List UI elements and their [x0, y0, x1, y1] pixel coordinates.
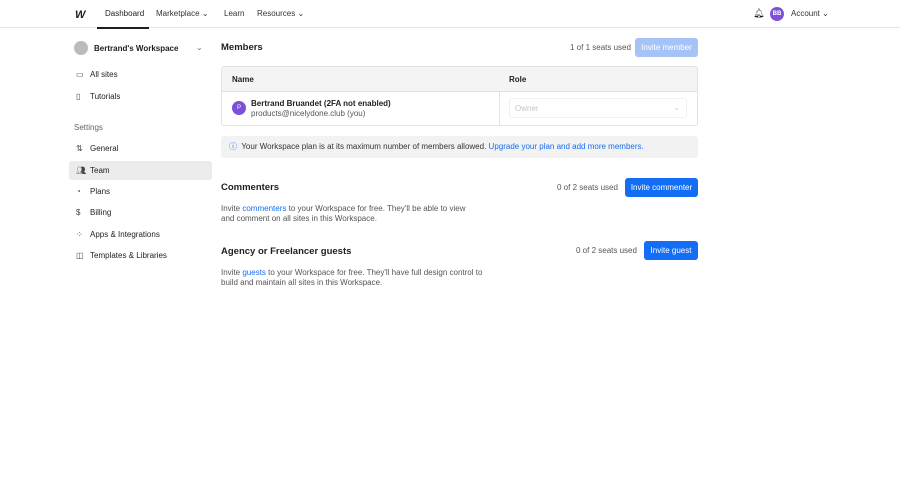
guests-seats: 0 of 2 seats used: [576, 246, 637, 255]
nav-label: Marketplace: [156, 9, 200, 18]
chevron-down-icon: ⌄: [822, 9, 829, 18]
chevron-down-icon: ⌄: [201, 9, 209, 18]
chevron-down-icon: ⌄: [196, 43, 203, 52]
table-row: P Bertrand Bruandet (2FA not enabled) pr…: [222, 92, 697, 125]
chevron-down-icon: ⌄: [297, 9, 305, 18]
label: Billing: [90, 208, 112, 217]
info-icon: ⓘ: [229, 142, 237, 151]
active-tab-underline: [97, 27, 149, 29]
member-avatar: P: [232, 101, 246, 115]
members-seats: 1 of 1 seats used: [570, 43, 631, 52]
apps-icon: ⁘: [76, 230, 83, 239]
role-select[interactable]: Owner ⌄: [509, 98, 687, 118]
settings-heading: Settings: [74, 123, 103, 132]
nav-resources[interactable]: Resources ⌄: [257, 9, 304, 18]
label: Tutorials: [90, 92, 121, 101]
invite-commenter-button[interactable]: Invite commenter: [625, 178, 698, 197]
label: Apps & Integrations: [90, 230, 160, 239]
folder-icon: ▯: [76, 92, 81, 101]
commenters-title: Commenters: [221, 182, 280, 193]
invite-guest-button[interactable]: Invite guest: [644, 241, 698, 260]
role-value: Owner: [515, 104, 539, 113]
sidebar-item-tutorials[interactable]: ▯ Tutorials: [69, 87, 212, 106]
sidebar-item-plans[interactable]: ◔ Plans: [69, 182, 212, 201]
nav-learn[interactable]: Learn: [224, 9, 244, 18]
commenters-link[interactable]: commenters: [242, 204, 286, 213]
workspace-icon: [74, 41, 88, 55]
nav-dashboard[interactable]: Dashboard: [105, 9, 144, 18]
label: General: [90, 144, 119, 153]
sidebar-item-general[interactable]: ⇅ General: [69, 139, 212, 158]
label: Team: [90, 166, 110, 175]
dollar-icon: $: [76, 208, 81, 217]
members-title: Members: [221, 42, 263, 53]
bell-icon[interactable]: 🔔︎: [753, 8, 764, 19]
avatar[interactable]: BB: [770, 7, 784, 21]
commenters-description: Invite commenters to your Workspace for …: [221, 204, 481, 224]
sidebar-item-templates[interactable]: ◫ Templates & Libraries: [69, 246, 212, 265]
table-header: Name Role: [222, 67, 697, 92]
plans-icon: ◔: [76, 187, 81, 196]
sidebar-item-all-sites[interactable]: ▭ All sites: [69, 65, 212, 84]
workspace-name: Bertrand's Workspace: [94, 44, 179, 53]
col-name: Name: [232, 75, 254, 84]
webflow-logo[interactable]: W: [75, 9, 85, 21]
plan-limit-notice: ⓘ Your Workspace plan is at its maximum …: [221, 136, 698, 158]
col-role: Role: [509, 75, 527, 84]
nav-marketplace[interactable]: Marketplace ⌄: [156, 9, 209, 18]
guests-description: Invite guests to your Workspace for free…: [221, 268, 496, 288]
label: All sites: [90, 70, 118, 79]
team-icon: 👥︎: [76, 166, 87, 175]
notice-text: Your Workspace plan is at its maximum nu…: [241, 142, 487, 151]
text: Invite: [221, 204, 241, 213]
account-label: Account: [791, 9, 820, 18]
commenters-seats: 0 of 2 seats used: [557, 183, 618, 192]
upgrade-link[interactable]: Upgrade your plan and add more members.: [489, 142, 644, 151]
members-table: Name Role P Bertrand Bruandet (2FA not e…: [221, 66, 698, 126]
account-menu[interactable]: Account ⌄: [791, 9, 829, 18]
workspace-switcher[interactable]: Bertrand's Workspace ⌄: [74, 41, 204, 55]
top-nav: W Dashboard Marketplace ⌄ Learn Resource…: [0, 0, 900, 29]
sites-icon: ▭: [76, 70, 84, 79]
chevron-down-icon: ⌄: [673, 103, 680, 112]
label: Plans: [90, 187, 111, 196]
sidebar-item-team[interactable]: 👥︎ Team: [69, 161, 212, 180]
invite-member-button[interactable]: Invite member: [635, 38, 698, 57]
sliders-icon: ⇅: [76, 144, 83, 153]
guests-link[interactable]: guests: [242, 268, 266, 277]
nav-label: Resources: [257, 9, 296, 18]
member-name: Bertrand Bruandet (2FA not enabled): [251, 99, 391, 108]
label: Templates & Libraries: [90, 251, 167, 260]
text: Invite: [221, 268, 241, 277]
sidebar-item-apps[interactable]: ⁘ Apps & Integrations: [69, 225, 212, 244]
sidebar-item-billing[interactable]: $ Billing: [69, 203, 212, 222]
templates-icon: ◫: [76, 251, 84, 260]
member-email: products@nicelydone.club (you): [251, 109, 366, 118]
guests-title: Agency or Freelancer guests: [221, 246, 352, 257]
